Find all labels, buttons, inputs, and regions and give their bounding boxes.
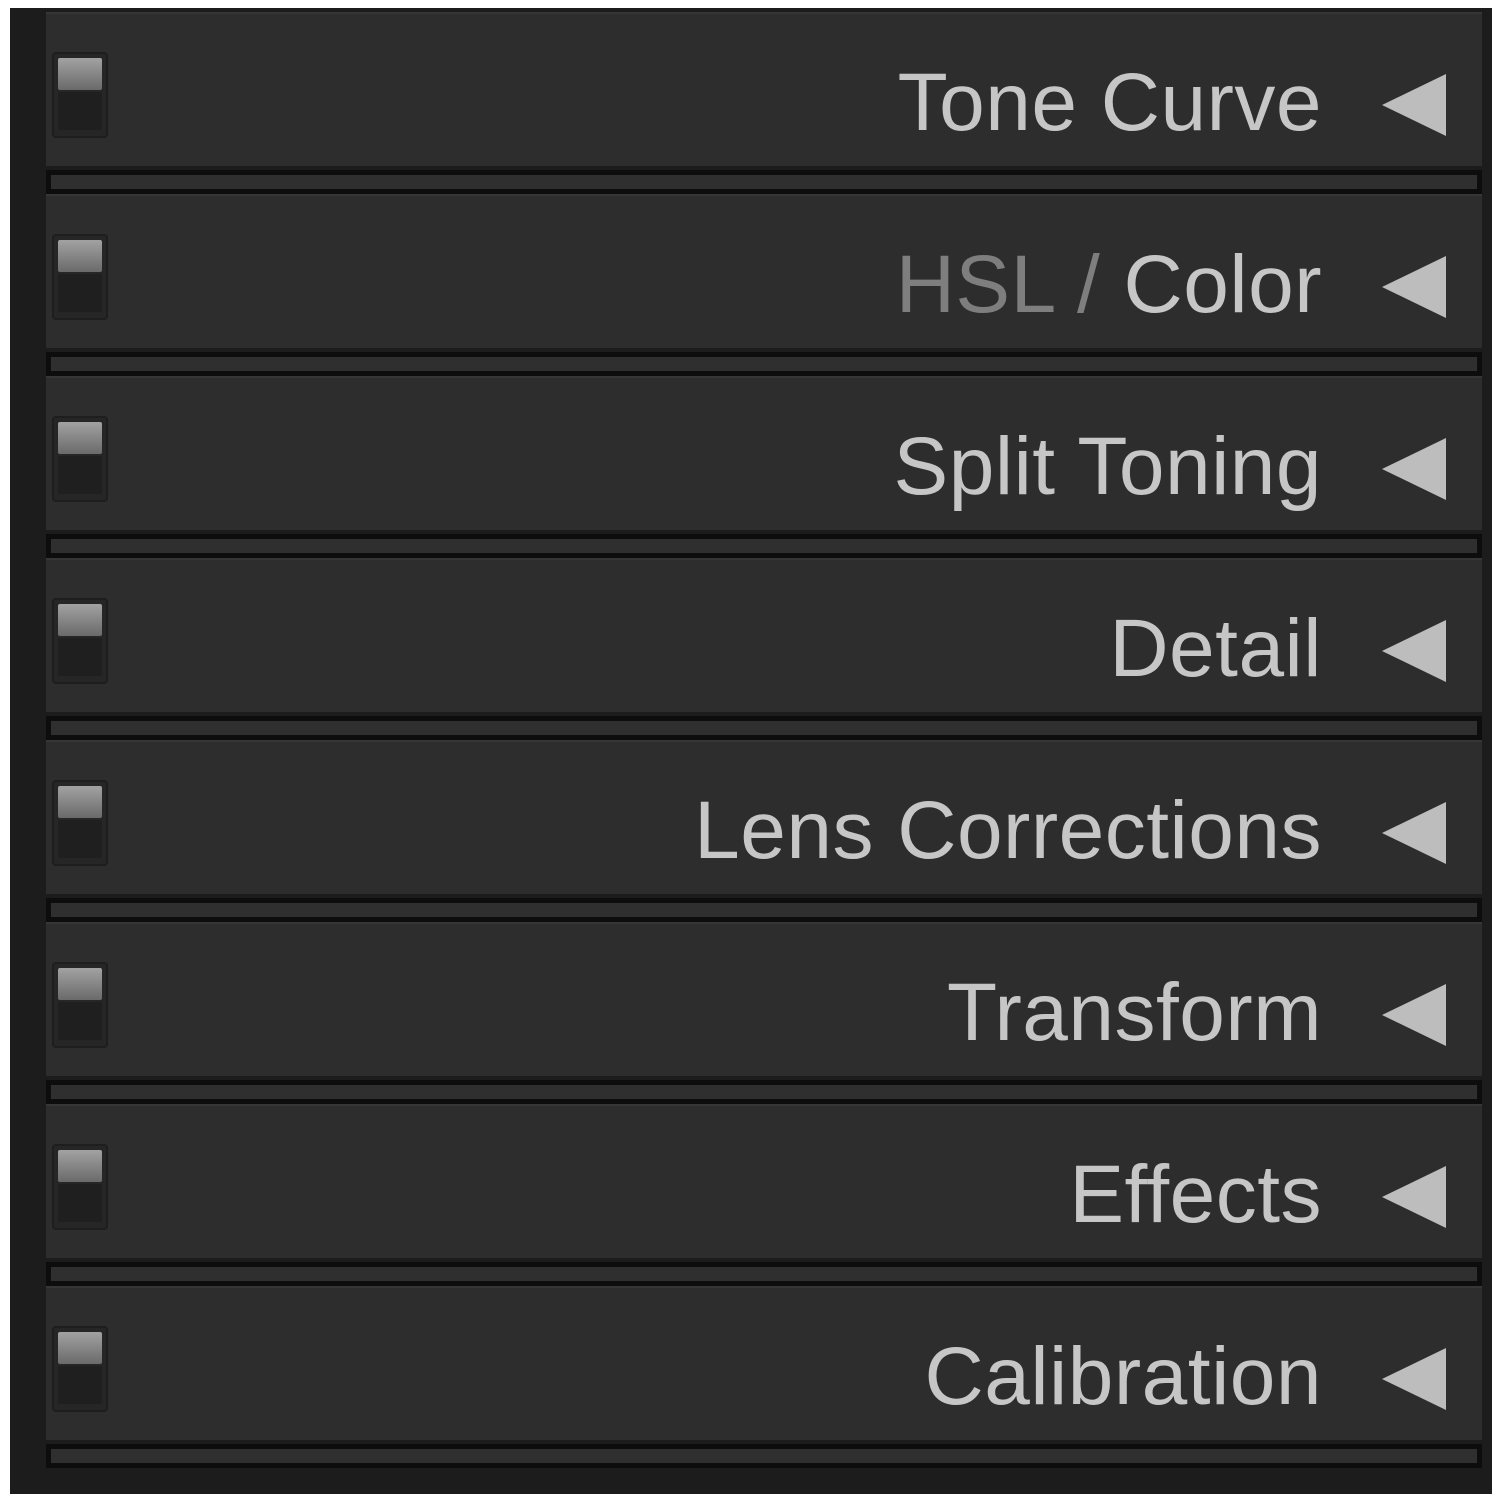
switch-knob bbox=[58, 1332, 102, 1364]
panel-section-tone-curve: Tone Curve bbox=[40, 8, 1488, 194]
panel-switch-icon[interactable] bbox=[52, 962, 108, 1048]
panel-header-split-toning[interactable]: Split Toning bbox=[46, 376, 1482, 530]
switch-knob bbox=[58, 58, 102, 90]
collapse-arrow-icon[interactable] bbox=[1382, 620, 1446, 682]
panel-header-hsl-color[interactable]: HSL / Color bbox=[46, 194, 1482, 348]
panel-switch-icon[interactable] bbox=[52, 234, 108, 320]
panel-title-hsl-color: HSL / Color bbox=[896, 240, 1322, 330]
collapse-arrow-icon[interactable] bbox=[1382, 984, 1446, 1046]
panel-title-detail: Detail bbox=[1109, 603, 1322, 694]
panel-header-transform[interactable]: Transform bbox=[46, 922, 1482, 1076]
panel-section-hsl-color: HSL / Color bbox=[40, 190, 1488, 376]
switch-well bbox=[58, 92, 102, 130]
panel-switch-icon[interactable] bbox=[52, 780, 108, 866]
switch-knob bbox=[58, 604, 102, 636]
panel-switch-icon[interactable] bbox=[52, 52, 108, 138]
panel-switch-icon[interactable] bbox=[52, 1326, 108, 1412]
collapse-arrow-icon[interactable] bbox=[1382, 802, 1446, 864]
switch-well bbox=[58, 1366, 102, 1404]
panel-section-lens-corrections: Lens Corrections bbox=[40, 736, 1488, 922]
panel-title-effects: Effects bbox=[1069, 1149, 1322, 1240]
panel-title-split-toning: Split Toning bbox=[893, 421, 1322, 512]
switch-well bbox=[58, 638, 102, 676]
panel-header-tone-curve[interactable]: Tone Curve bbox=[46, 12, 1482, 166]
panel-title-tone-curve: Tone Curve bbox=[897, 57, 1322, 148]
develop-panel-stack: Tone Curve HSL / Color Split Toning Deta… bbox=[40, 8, 1488, 1494]
panel-header-detail[interactable]: Detail bbox=[46, 558, 1482, 712]
collapse-arrow-icon[interactable] bbox=[1382, 256, 1446, 318]
panel-title-hsl-prefix: HSL / bbox=[895, 239, 1101, 330]
switch-knob bbox=[58, 786, 102, 818]
panel-divider bbox=[46, 1444, 1482, 1468]
panel-section-calibration: Calibration bbox=[40, 1282, 1488, 1468]
panel-section-effects: Effects bbox=[40, 1100, 1488, 1286]
panel-section-transform: Transform bbox=[40, 918, 1488, 1104]
panel-header-lens-corrections[interactable]: Lens Corrections bbox=[46, 740, 1482, 894]
panel-title-transform: Transform bbox=[946, 967, 1322, 1058]
panel-title-lens-corrections: Lens Corrections bbox=[694, 785, 1322, 876]
switch-knob bbox=[58, 240, 102, 272]
switch-well bbox=[58, 456, 102, 494]
panel-switch-icon[interactable] bbox=[52, 1144, 108, 1230]
panel-switch-icon[interactable] bbox=[52, 598, 108, 684]
switch-well bbox=[58, 1002, 102, 1040]
panel-section-split-toning: Split Toning bbox=[40, 372, 1488, 558]
panel-switch-icon[interactable] bbox=[52, 416, 108, 502]
switch-well bbox=[58, 274, 102, 312]
panel-section-detail: Detail bbox=[40, 554, 1488, 740]
switch-knob bbox=[58, 968, 102, 1000]
switch-well bbox=[58, 820, 102, 858]
panel-header-calibration[interactable]: Calibration bbox=[46, 1286, 1482, 1440]
switch-knob bbox=[58, 1150, 102, 1182]
switch-well bbox=[58, 1184, 102, 1222]
panel-title-color-suffix: Color bbox=[1123, 239, 1322, 330]
panel-header-effects[interactable]: Effects bbox=[46, 1104, 1482, 1258]
collapse-arrow-icon[interactable] bbox=[1382, 1348, 1446, 1410]
panel-title-calibration: Calibration bbox=[924, 1331, 1322, 1422]
collapse-arrow-icon[interactable] bbox=[1382, 438, 1446, 500]
switch-knob bbox=[58, 422, 102, 454]
collapse-arrow-icon[interactable] bbox=[1382, 74, 1446, 136]
collapse-arrow-icon[interactable] bbox=[1382, 1166, 1446, 1228]
